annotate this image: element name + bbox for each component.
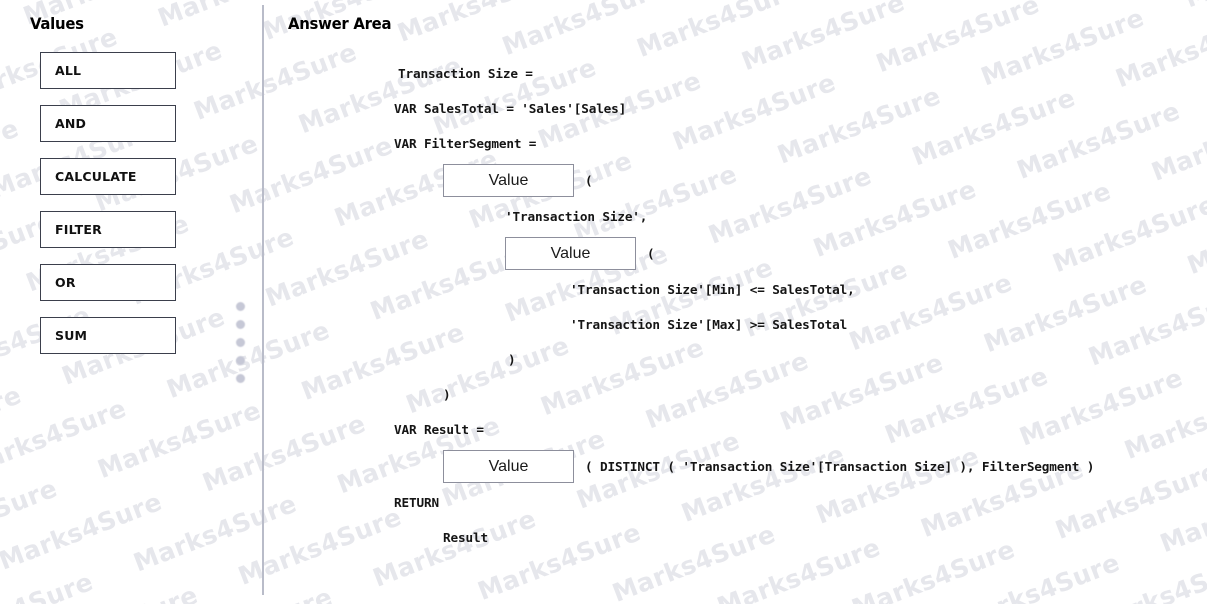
question-page: Marks4SureMarks4Sure Marks4SureMarks4Sure… xyxy=(0,0,1207,604)
code-line: ) xyxy=(394,342,1094,377)
code-text: ( xyxy=(585,172,593,188)
code-text: VAR SalesTotal = 'Sales'[Sales] xyxy=(394,101,627,116)
value-chip-all[interactable]: ALL xyxy=(40,52,176,89)
code-text: ) xyxy=(508,352,516,367)
drag-grip-handle[interactable] xyxy=(236,302,246,384)
code-line: Result xyxy=(394,520,1094,555)
value-chip-or[interactable]: OR xyxy=(40,264,176,301)
code-line: 'Transaction Size', xyxy=(394,199,1094,234)
panel-divider xyxy=(262,5,264,595)
values-list: ALL AND CALCULATE FILTER OR SUM xyxy=(40,52,176,370)
code-line: ) xyxy=(394,377,1094,412)
code-line: Value ( xyxy=(394,234,1094,272)
value-chip-filter[interactable]: FILTER xyxy=(40,211,176,248)
code-line: Value ( xyxy=(394,161,1094,199)
answer-area-code: Transaction Size = VAR SalesTotal = 'Sale… xyxy=(394,56,1094,555)
answer-drop-slot[interactable]: Value xyxy=(443,449,574,483)
grip-dot xyxy=(236,374,245,383)
code-text: ( DISTINCT ( 'Transaction Size'[Transact… xyxy=(585,458,1095,474)
grip-dot xyxy=(236,338,245,347)
answer-area-heading: Answer Area xyxy=(288,14,392,33)
code-line: 'Transaction Size'[Min] <= SalesTotal, xyxy=(394,272,1094,307)
code-text: RETURN xyxy=(394,495,439,510)
code-text: ) xyxy=(443,387,451,402)
value-chip-and[interactable]: AND xyxy=(40,105,176,142)
code-text: 'Transaction Size', xyxy=(505,209,648,224)
code-text: VAR Result = xyxy=(394,422,484,437)
code-text: ( xyxy=(647,245,655,261)
values-panel-heading: Values xyxy=(30,14,84,33)
code-line: Value ( DISTINCT ( 'Transaction Size'[Tra… xyxy=(394,447,1094,485)
value-chip-sum[interactable]: SUM xyxy=(40,317,176,354)
code-line: RETURN xyxy=(394,485,1094,520)
code-line: Transaction Size = xyxy=(394,56,1094,91)
answer-drop-slot[interactable]: Value xyxy=(505,236,636,270)
answer-drop-slot[interactable]: Value xyxy=(443,163,574,197)
value-chip-calculate[interactable]: CALCULATE xyxy=(40,158,176,195)
code-text: Result xyxy=(443,530,488,545)
question-content: Values Answer Area ALL AND CALCULATE FILTER… xyxy=(0,0,1207,604)
code-line: VAR Result = xyxy=(394,412,1094,447)
code-line: VAR FilterSegment = xyxy=(394,126,1094,161)
code-text: VAR FilterSegment = xyxy=(394,136,537,151)
code-text: Transaction Size = xyxy=(398,66,533,81)
code-line: VAR SalesTotal = 'Sales'[Sales] xyxy=(394,91,1094,126)
grip-dot xyxy=(236,320,245,329)
code-text: 'Transaction Size'[Min] <= SalesTotal, xyxy=(570,282,855,297)
code-line: 'Transaction Size'[Max] >= SalesTotal xyxy=(394,307,1094,342)
grip-dot xyxy=(236,302,245,311)
code-text: 'Transaction Size'[Max] >= SalesTotal xyxy=(570,317,848,332)
grip-dot xyxy=(236,356,245,365)
